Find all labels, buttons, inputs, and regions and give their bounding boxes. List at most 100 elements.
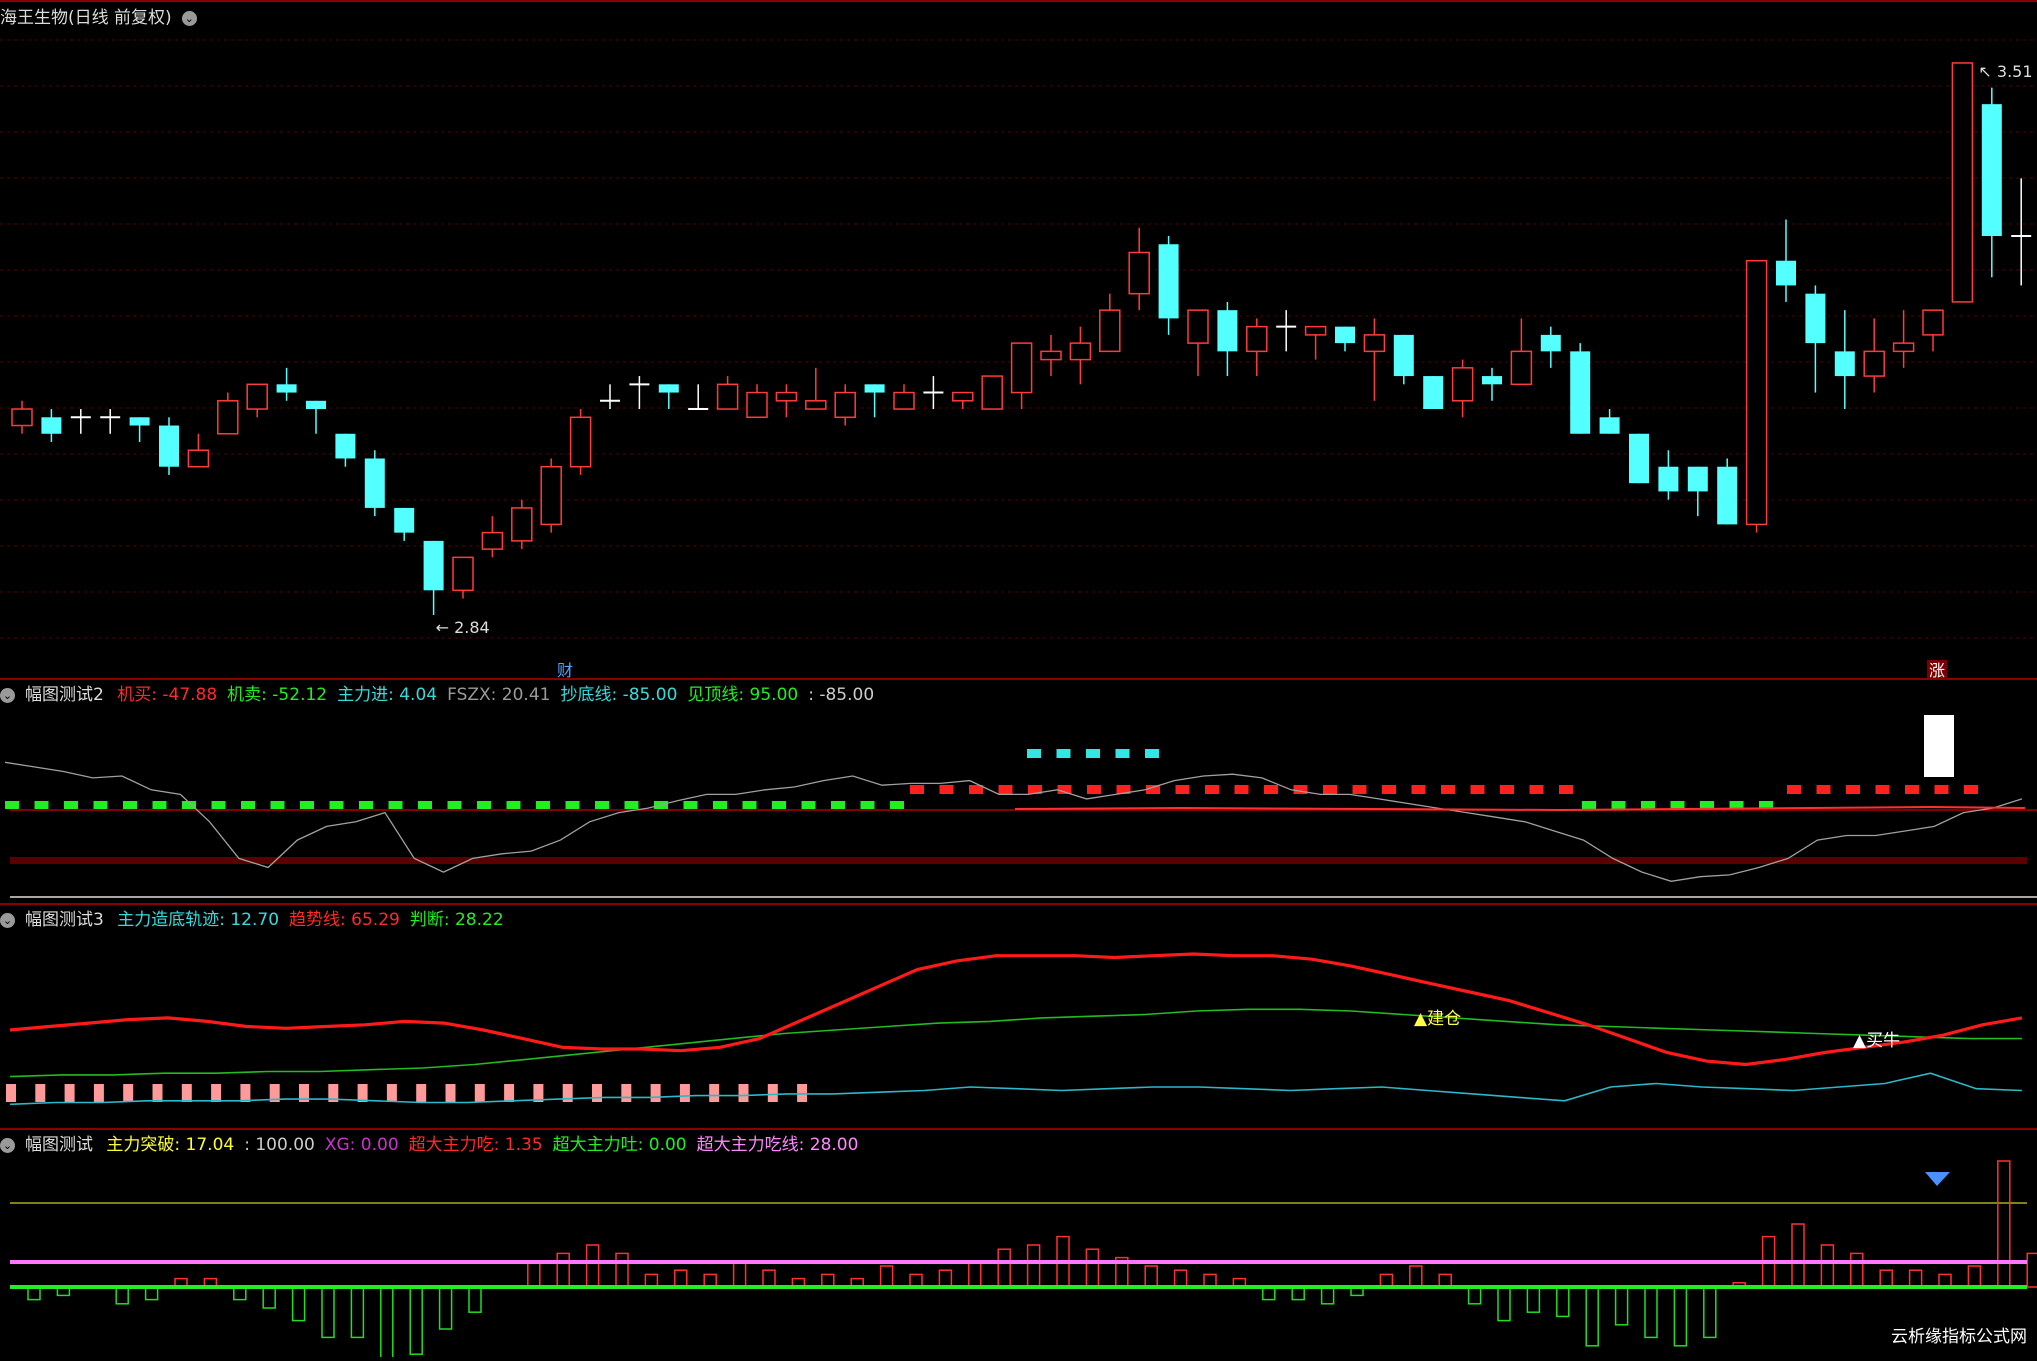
candle-body [569,416,592,468]
indicator4-name[interactable]: 幅图测试 [25,1135,93,1155]
volume-bar-down [1526,1286,1541,1313]
sell-signal-dot [1411,785,1426,794]
buy-signal-dot [447,801,462,809]
sell-signal-dot [1234,785,1249,794]
panel-separator [0,1128,2037,1130]
candle-body [129,417,150,426]
buy-signal-dot [683,801,698,809]
sell-signal-dot [939,785,954,794]
sell-signal-dot [1441,785,1455,794]
volume-bar-up [1085,1248,1100,1288]
bottom-signal-bar [650,1084,661,1102]
candle-body [1510,350,1533,386]
candle-body [511,507,533,542]
volume-bar-up [1997,1160,2011,1288]
panel4-legend-item: 主力突破: 17.04 [106,1135,235,1155]
panel2-legend-item: 见顶线: 95.00 [687,685,799,705]
volume-bar-up [2026,1252,2037,1288]
bottom-signal-bar [416,1084,427,1102]
super-force-line [10,1260,2027,1264]
sell-signal-dot [1905,785,1919,794]
volume-bar-up [1026,1244,1041,1288]
candle-body [952,391,974,402]
sell-signal-dot [1816,785,1831,794]
candle-body [246,383,268,410]
bottom-signal-bar [679,1084,690,1102]
buy-signal-dot [860,801,875,809]
buy-bull-signal: ▲买牛 [1853,1031,1900,1051]
volume-bar-up [1791,1223,1805,1288]
panel4-legend-item: 超大主力吐: 0.00 [552,1135,687,1155]
zero-line [10,1285,2027,1289]
sell-signal-dot [1205,785,1219,794]
sell-signal-dot [910,785,924,794]
bottom-signal-bar [357,1084,368,1102]
candle-body [187,449,210,468]
volume-bar-down [1703,1286,1717,1339]
panel4-legend-item: XG: 0.00 [324,1135,399,1155]
volume-bar-up [732,1261,747,1288]
candle-body [276,384,297,393]
volume-bar-down [468,1286,482,1313]
panel2-legend-item: 抄底线: -85.00 [560,685,678,705]
volume-bar-down [1556,1286,1570,1318]
volume-bar-up [1820,1244,1835,1288]
buy-signal-dot [123,801,137,809]
buy-signal-dot [388,801,403,809]
buy-signal-dot [801,801,816,809]
collapse-icon[interactable]: ⌄ [0,1137,15,1153]
candle-body [1451,367,1474,402]
rise-marker: 涨 [1929,661,1945,680]
candle-body [1482,376,1502,385]
candle-body [306,400,326,410]
volume-bar-up [1173,1269,1188,1288]
volume-bar-up [1850,1252,1864,1288]
volume-bar-up [585,1244,600,1288]
cyan-signal-dot [1145,749,1159,758]
bottom-signal-bar [6,1084,16,1102]
sell-signal-dot [1934,785,1949,794]
indicator2-header: ⌄ 幅图测试2 机买: -47.88 机卖: -52.12 主力进: 4.04 FSZX… [0,683,884,707]
bottom-band [10,857,2027,864]
cyan-signal-dot [1027,749,1041,758]
candle-body [658,384,679,393]
volume-bar-down [1497,1286,1511,1322]
candle-body [1687,466,1708,492]
buy-signal-dot [890,801,904,809]
volume-bar-down [291,1286,306,1322]
buy-signal-dot [831,801,845,809]
buy-signal-dot [1670,801,1685,809]
candle-body [805,400,827,410]
panel4-legend-item: 超大主力吃线: 28.00 [696,1135,859,1155]
panel3-legend-item: 判断: 28.22 [409,910,504,930]
candle-body [1423,376,1444,410]
panel2-legend-item: FSZX: 20.41 [447,685,551,705]
candle-body [1922,309,1944,336]
candle-body [41,417,62,434]
main-panel-header: 海王生物(日线 前复权) ⌄ [0,6,207,30]
volume-bar-down [438,1286,453,1330]
volume-bar-up [527,1261,541,1288]
cyan-signal-dot [1115,749,1130,758]
indicator2-name[interactable]: 幅图测试2 [25,685,104,705]
bottom-signal-bar [181,1084,192,1102]
indicator3-name[interactable]: 幅图测试3 [25,910,104,930]
top-border [0,0,2037,2]
volume-bar-down [1320,1286,1335,1305]
build-position-signal: ▲建仓 [1414,1009,1461,1029]
buy-signal-dot [1582,801,1596,809]
chevron-down-icon[interactable]: ⌄ [181,10,197,26]
collapse-icon[interactable]: ⌄ [0,912,15,928]
collapse-icon[interactable]: ⌄ [0,687,15,703]
volume-bar-up [1967,1265,1982,1288]
buy-signal-dot [300,801,314,809]
sell-signal-dot [1846,785,1860,794]
sell-signal-dot [1352,785,1367,794]
buy-signal-dot [152,801,167,809]
panel2-legend-item: 机卖: -52.12 [227,685,328,705]
candle-body [716,383,739,410]
stock-title[interactable]: 海王生物(日线 前复权) [0,8,172,28]
buy-signal-dot [329,801,344,809]
buy-signal-dot [211,801,226,809]
volume-bar-down [262,1286,276,1309]
